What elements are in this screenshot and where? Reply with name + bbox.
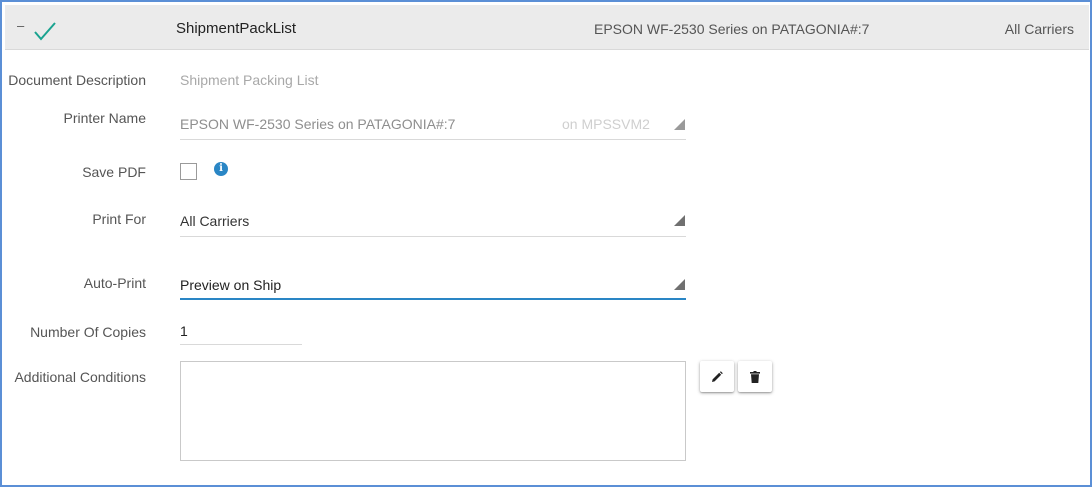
section-header[interactable]: – ShipmentPackList EPSON WF-2530 Series … <box>5 5 1089 50</box>
print-for-underline <box>180 236 686 237</box>
number-of-copies-underline <box>180 344 302 345</box>
number-of-copies-label: Number Of Copies <box>30 324 146 340</box>
collapse-button[interactable]: – <box>17 19 27 33</box>
header-carriers: All Carriers <box>1004 21 1074 37</box>
trash-icon <box>750 370 760 383</box>
auto-print-value: Preview on Ship <box>180 277 282 293</box>
edit-button[interactable] <box>700 361 734 392</box>
save-pdf-label: Save PDF <box>82 164 146 180</box>
chevron-down-icon[interactable] <box>674 119 685 130</box>
header-title: ShipmentPackList <box>176 20 297 37</box>
additional-conditions-textarea[interactable] <box>180 361 686 461</box>
document-description-label: Document Description <box>8 72 146 88</box>
check-icon <box>34 22 56 41</box>
window-frame: – ShipmentPackList EPSON WF-2530 Series … <box>0 0 1092 487</box>
printer-server-suffix: on MPSSVM2 <box>562 116 650 132</box>
print-for-value: All Carriers <box>180 213 250 229</box>
printer-name-label: Printer Name <box>63 110 146 126</box>
header-printer: EPSON WF-2530 Series on PATAGONIA#:7 <box>594 21 870 37</box>
number-of-copies-input[interactable]: 1 <box>180 322 188 340</box>
save-pdf-checkbox[interactable] <box>180 163 197 180</box>
document-description-value: Shipment Packing List <box>180 72 319 88</box>
pencil-icon <box>712 370 723 382</box>
additional-conditions-label: Additional Conditions <box>14 369 146 385</box>
printer-name-underline <box>180 139 686 140</box>
chevron-down-icon[interactable] <box>674 215 685 226</box>
chevron-down-icon[interactable] <box>674 279 685 290</box>
print-for-label: Print For <box>92 211 146 227</box>
delete-button[interactable] <box>738 361 772 392</box>
printer-name-value: EPSON WF-2530 Series on PATAGONIA#:7 <box>180 116 456 132</box>
auto-print-underline <box>180 298 686 300</box>
auto-print-label: Auto-Print <box>83 275 146 291</box>
info-icon[interactable]: i <box>214 162 228 176</box>
